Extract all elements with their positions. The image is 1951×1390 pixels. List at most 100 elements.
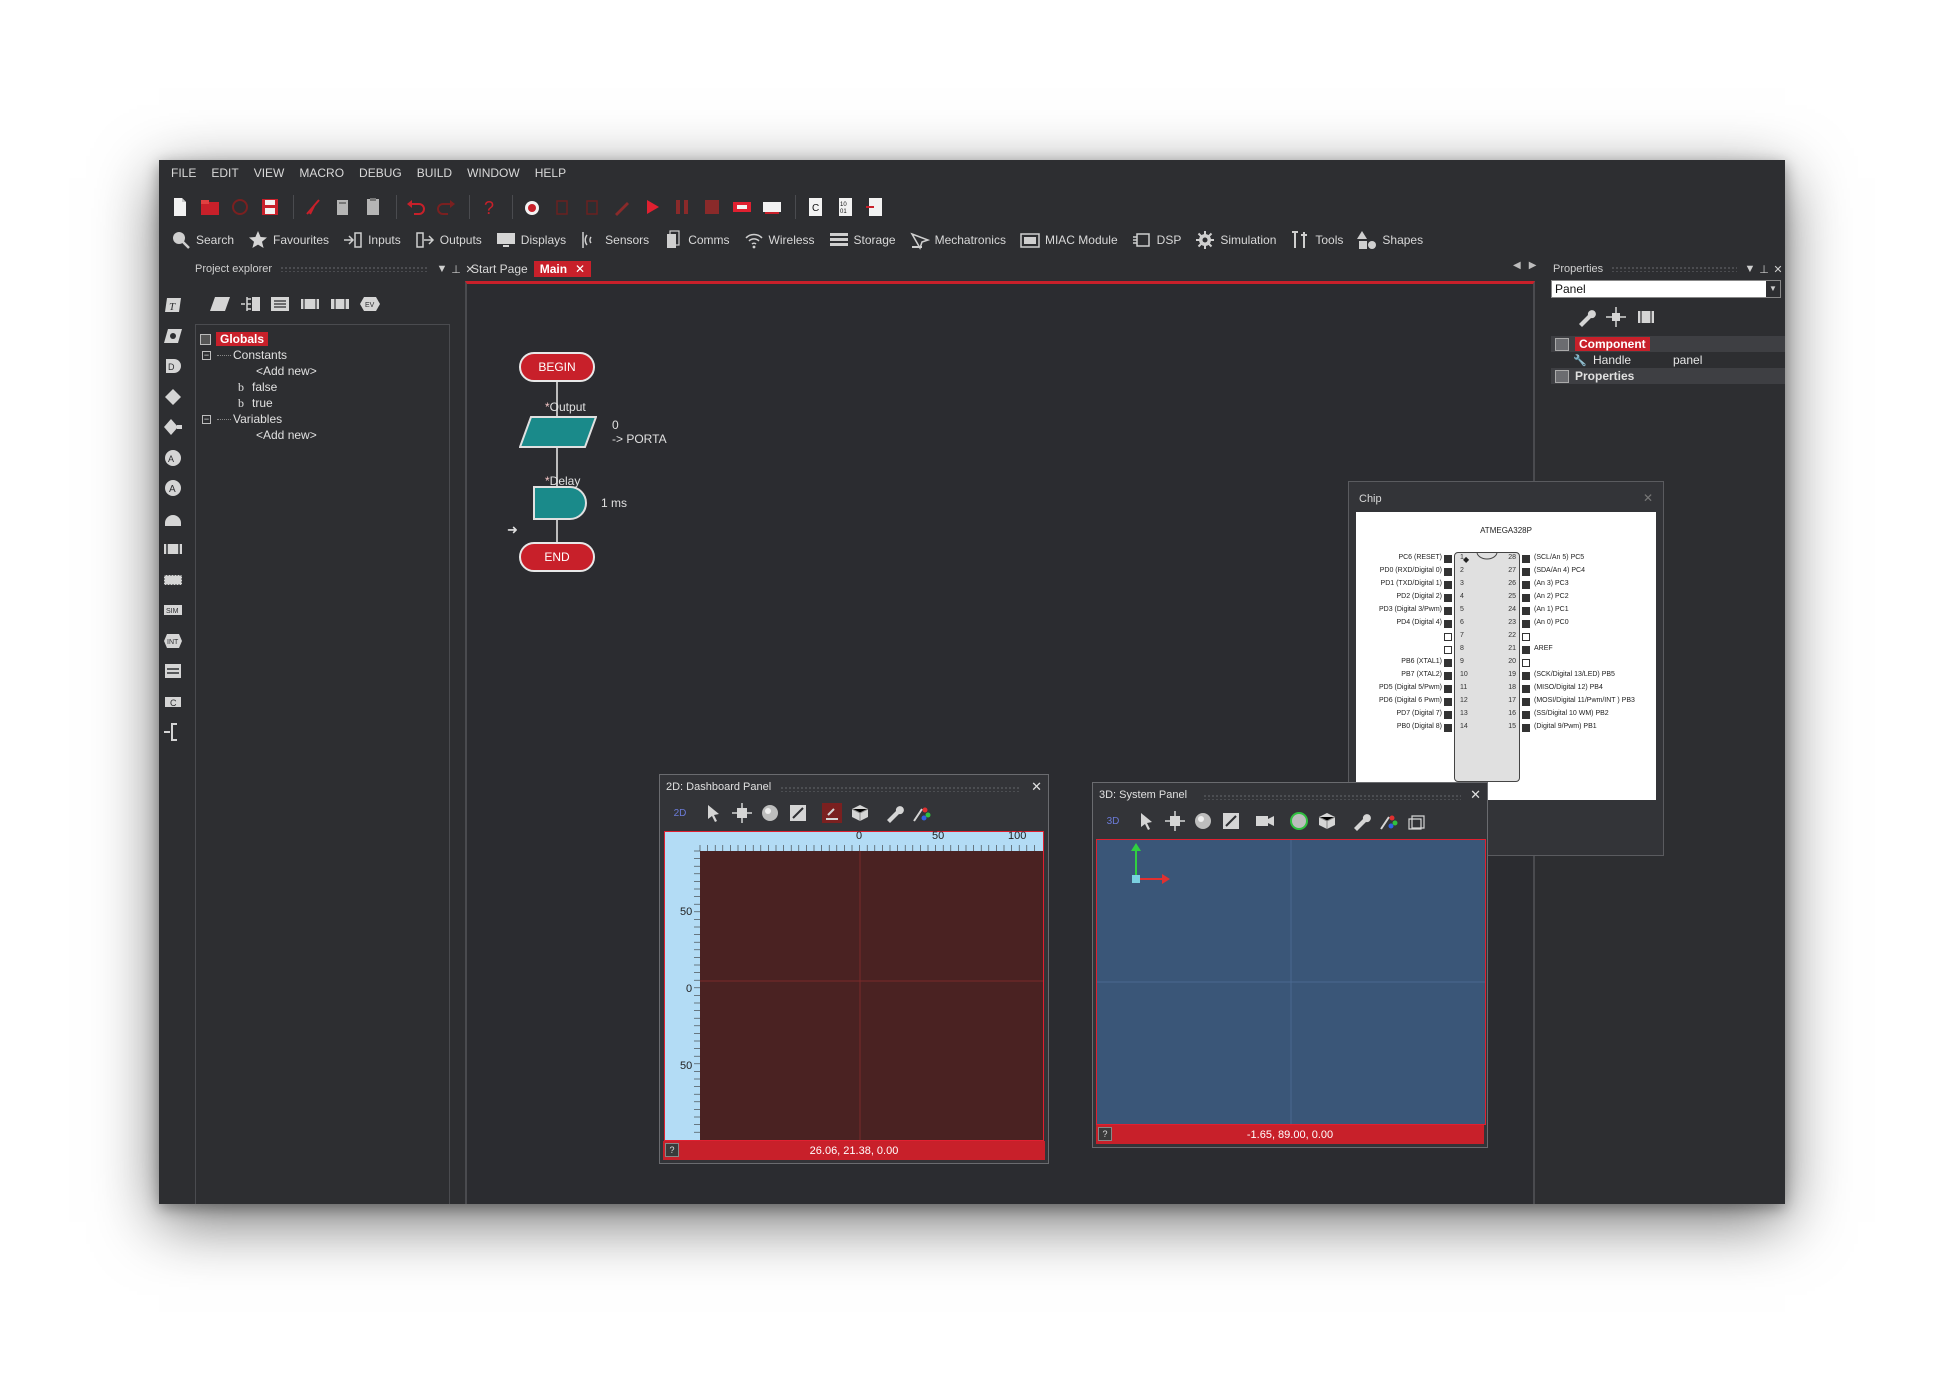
align-tool[interactable]	[818, 800, 846, 826]
chevron-down-icon[interactable]: ▼	[1766, 281, 1780, 297]
flowchart-output-block[interactable]	[519, 416, 597, 448]
pin-right-connector[interactable]	[1522, 594, 1530, 602]
pin-left-connector[interactable]	[1444, 555, 1452, 563]
system-canvas[interactable]	[1096, 839, 1486, 1125]
collapse-icon[interactable]: −	[202, 350, 211, 360]
menu-window[interactable]: WINDOW	[467, 166, 520, 180]
set-button[interactable]	[579, 194, 605, 220]
light-tool[interactable]	[1285, 808, 1313, 834]
dashboard-canvas[interactable]	[664, 831, 1044, 1141]
scale-tool[interactable]	[1217, 808, 1245, 834]
pin-left-connector[interactable]	[1444, 711, 1452, 719]
export-button[interactable]	[862, 194, 888, 220]
c-code-button[interactable]: C	[802, 194, 828, 220]
pin-left-connector[interactable]	[1444, 659, 1452, 667]
shapes-toolbar-button[interactable]: Shapes	[1357, 230, 1423, 250]
pin-right-connector[interactable]	[1522, 659, 1530, 667]
switch-tool[interactable]	[159, 412, 187, 443]
help-icon[interactable]: ?	[1098, 1127, 1112, 1141]
collapse-icon[interactable]: −	[202, 414, 211, 424]
ice-button[interactable]	[549, 194, 575, 220]
pin-right-connector[interactable]	[1522, 607, 1530, 615]
position-button[interactable]	[1601, 306, 1631, 328]
tools-toolbar-button[interactable]: Tools	[1290, 230, 1343, 250]
tree-constants-add[interactable]: <Add new>	[256, 363, 317, 379]
menu-macro[interactable]: MACRO	[299, 166, 344, 180]
comment-tool[interactable]	[159, 656, 187, 687]
pin-right-connector[interactable]	[1522, 672, 1530, 680]
pin-right-connector[interactable]	[1522, 698, 1530, 706]
decision-tool[interactable]	[159, 382, 187, 413]
help-button[interactable]: ?	[476, 194, 502, 220]
camera-tool[interactable]	[1189, 808, 1217, 834]
inputs-toolbar-button[interactable]: Inputs	[343, 230, 401, 250]
pointer-tool[interactable]	[1133, 808, 1161, 834]
compile-button[interactable]	[519, 194, 545, 220]
play-button[interactable]	[639, 194, 665, 220]
pin-right-connector[interactable]	[1522, 620, 1530, 628]
macro-tool[interactable]	[159, 534, 187, 565]
close-icon[interactable]: ✕	[1771, 263, 1785, 276]
tab-main[interactable]: Main ✕	[533, 261, 592, 277]
step-into-button[interactable]	[729, 194, 755, 220]
colour-tool[interactable]	[1375, 808, 1403, 834]
pause-button[interactable]	[669, 194, 695, 220]
favourites-toolbar-button[interactable]: Favourites	[248, 230, 329, 250]
pin-right-connector[interactable]	[1522, 724, 1530, 732]
box-tool[interactable]	[1403, 808, 1431, 834]
pin-right-connector[interactable]	[1522, 568, 1530, 576]
mechatronics-toolbar-button[interactable]: Mechatronics	[909, 230, 1006, 250]
menu-file[interactable]: FILE	[171, 166, 196, 180]
simulation-toolbar-button[interactable]: Simulation	[1195, 230, 1276, 250]
paste-button[interactable]	[360, 194, 386, 220]
interrupt-tool[interactable]	[159, 504, 187, 535]
scroll-right-icon[interactable]: ▶	[1529, 260, 1537, 271]
delay-tool[interactable]: D	[159, 351, 187, 382]
program-button[interactable]	[609, 194, 635, 220]
pin-left-connector[interactable]	[1444, 620, 1452, 628]
ports-view-button[interactable]	[265, 293, 295, 315]
connection-point-tool[interactable]: A	[159, 473, 187, 504]
menu-view[interactable]: VIEW	[254, 166, 285, 180]
undo-button[interactable]	[403, 194, 429, 220]
object-select[interactable]: Panel ▼	[1551, 280, 1781, 298]
loop-tool[interactable]: A	[159, 443, 187, 474]
save-button[interactable]	[257, 194, 283, 220]
stop-button[interactable]	[699, 194, 725, 220]
pin-right-connector[interactable]	[1522, 633, 1530, 641]
close-icon[interactable]: ✕	[1031, 779, 1042, 795]
redo-button[interactable]	[433, 194, 459, 220]
menu-build[interactable]: BUILD	[417, 166, 452, 180]
close-icon[interactable]: ✕	[1643, 491, 1653, 505]
tree-variables-add[interactable]: <Add new>	[256, 427, 317, 443]
cube-tool[interactable]	[1313, 808, 1341, 834]
component-button[interactable]	[1631, 306, 1661, 328]
revert-button[interactable]	[227, 194, 253, 220]
tree-globals[interactable]: Globals	[200, 331, 269, 347]
label-tool[interactable]	[159, 717, 187, 748]
displays-toolbar-button[interactable]: Displays	[496, 230, 566, 250]
pin-left-connector[interactable]	[1444, 646, 1452, 654]
search-toolbar-button[interactable]: Search	[171, 230, 234, 250]
step-over-button[interactable]	[759, 194, 785, 220]
close-tab-icon[interactable]: ✕	[575, 262, 585, 276]
pin-icon[interactable]: ⊥	[1757, 263, 1771, 276]
wireless-toolbar-button[interactable]: Wireless	[744, 230, 815, 250]
dropdown-icon[interactable]: ▼	[435, 263, 449, 275]
events-view-button[interactable]: EV	[355, 293, 385, 315]
pin-left-connector[interactable]	[1444, 724, 1452, 732]
move-tool[interactable]	[1161, 808, 1189, 834]
help-icon[interactable]: ?	[665, 1143, 679, 1157]
menu-debug[interactable]: DEBUG	[359, 166, 402, 180]
output-tool[interactable]	[159, 321, 187, 352]
pin-right-connector[interactable]	[1522, 711, 1530, 719]
simulation-macro-tool[interactable]: SIM	[159, 595, 187, 626]
tree-constants[interactable]: − Constants	[202, 347, 287, 363]
pin-icon[interactable]: ⊥	[449, 263, 463, 276]
view-tool[interactable]	[1251, 808, 1279, 834]
flowchart-end[interactable]: END	[519, 542, 595, 572]
miac-toolbar-button[interactable]: MIAC Module	[1020, 230, 1118, 250]
components-view-button[interactable]	[295, 293, 325, 315]
pin-right-connector[interactable]	[1522, 581, 1530, 589]
dropdown-icon[interactable]: ▼	[1743, 263, 1757, 275]
